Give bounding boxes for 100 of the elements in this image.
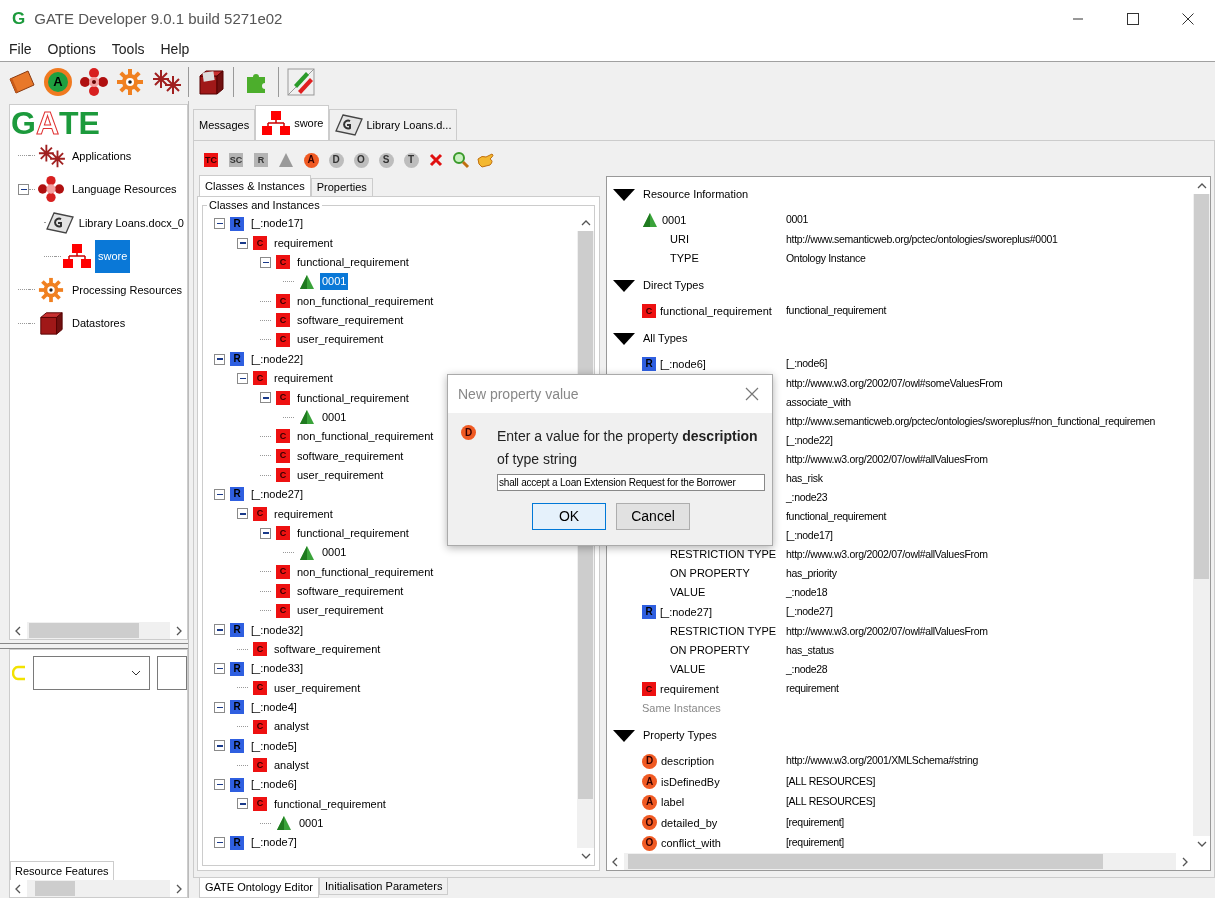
restriction-icon: R <box>642 357 656 371</box>
dialog-title: New property value <box>458 384 579 404</box>
attribute-value: has_risk <box>786 470 823 486</box>
attribute-value: has_priority <box>786 565 837 581</box>
property-icon: D <box>461 425 476 440</box>
entity-name: requirement <box>660 681 719 697</box>
attribute-value: http://www.w3.org/2002/07/owl#allValuesFrom <box>786 623 988 639</box>
class-icon: C <box>276 564 290 579</box>
logo-letter: G <box>11 107 36 139</box>
logo-letter: T <box>59 107 79 139</box>
class-icon: C <box>276 255 290 270</box>
attribute-value: http://www.w3.org/2001/XMLSchema#string <box>786 753 978 769</box>
class-icon: C <box>276 468 290 483</box>
class-icon: C <box>253 236 267 250</box>
class-icon: C <box>253 719 267 734</box>
attribute-value: http://www.w3.org/2002/07/owl#allValuesFrom <box>786 546 988 562</box>
logo-letter: A <box>35 107 59 139</box>
entity-name: isDefinedBy <box>661 774 720 790</box>
property-tool-icon: S <box>378 152 394 168</box>
logo-letter: E <box>78 107 100 139</box>
class-tool-icon: SC <box>229 153 243 167</box>
attribute-value: has_status <box>786 642 834 658</box>
class-icon: C <box>276 429 290 444</box>
attribute-name: ON PROPERTY <box>670 566 750 582</box>
group-title: Classes and Instances <box>207 198 322 212</box>
attribute-value: [_:node22] <box>786 432 833 448</box>
class-icon: C <box>276 294 290 309</box>
attribute-name: URI <box>670 232 689 248</box>
attribute-value: [_:node17] <box>786 527 833 543</box>
restriction-icon: R <box>230 216 244 231</box>
attribute-value: [requirement] <box>786 814 844 830</box>
restriction-icon: R <box>230 352 244 367</box>
entity-name: conflict_with <box>661 836 721 851</box>
property-icon: O <box>642 815 657 831</box>
property-tool-icon: D <box>328 152 344 168</box>
entity-name: [_:node6] <box>660 356 706 372</box>
restriction-icon: R <box>642 605 656 619</box>
section-title: Resource Information <box>643 187 749 203</box>
restriction-icon: R <box>230 835 244 850</box>
section-title: Direct Types <box>643 278 704 294</box>
property-icon: D <box>642 753 657 769</box>
class-icon: C <box>253 758 267 773</box>
property-icon: A <box>642 794 657 810</box>
property-icon: O <box>642 835 657 851</box>
class-tool-icon: TC <box>204 153 218 167</box>
class-icon: C <box>253 642 267 657</box>
app-logo: G <box>12 8 26 31</box>
restriction-icon: R <box>230 738 244 753</box>
dialog-message: Enter a value for the property description <box>497 427 759 446</box>
class-icon: C <box>276 584 290 599</box>
attribute-value: [_:node6] <box>786 356 828 372</box>
attribute-value: http://www.semanticweb.org/pctec/ontologies/sworeplus#0001 <box>786 231 1058 247</box>
attribute-name: VALUE <box>670 585 706 601</box>
entity-name: 0001 <box>662 212 687 228</box>
class-icon: C <box>253 371 267 386</box>
attribute-value: functional_requirement <box>786 303 887 319</box>
attribute-name: RESTRICTION TYPE <box>670 624 777 640</box>
attribute-value: requirement <box>786 681 839 697</box>
restriction-icon: R <box>230 700 244 715</box>
property-tool-icon: T <box>403 152 419 168</box>
attribute-value: [_:node27] <box>786 604 833 620</box>
entity-name: [_:node27] <box>660 604 712 620</box>
attribute-name: VALUE <box>670 662 706 678</box>
property-tool-icon: A <box>303 152 319 168</box>
attribute-name: TYPE <box>670 251 699 267</box>
class-icon: C <box>276 332 290 347</box>
attribute-name: RESTRICTION TYPE <box>670 547 777 563</box>
attribute-value: _:node18 <box>786 584 828 600</box>
class-tool-icon: R <box>254 153 268 167</box>
attribute-value: 0001 <box>786 212 809 228</box>
section-title: All Types <box>643 331 688 347</box>
attribute-value: [requirement] <box>786 835 844 851</box>
section-title: Property Types <box>643 728 717 744</box>
class-icon: C <box>276 390 290 405</box>
class-icon: C <box>642 682 656 696</box>
entity-name: detailed_by <box>661 815 718 831</box>
property-icon: A <box>642 774 657 790</box>
attribute-value: http://www.w3.org/2002/07/owl#allValuesFrom <box>786 451 988 467</box>
entity-name: description <box>661 754 715 769</box>
section-label: Same Instances <box>642 701 721 717</box>
attribute-value: associate_with <box>786 394 851 410</box>
class-icon: C <box>276 526 290 541</box>
class-icon: C <box>276 603 290 618</box>
attribute-value: [ALL RESOURCES] <box>786 794 876 810</box>
entity-name: label <box>661 795 685 810</box>
restriction-icon: R <box>230 661 244 676</box>
class-icon: C <box>276 313 290 328</box>
class-icon: C <box>276 448 290 463</box>
class-icon: C <box>642 304 656 318</box>
attribute-value: Ontology Instance <box>786 250 866 266</box>
property-tool-icon: O <box>353 152 369 168</box>
class-icon: C <box>253 797 267 811</box>
attribute-value: http://www.semanticweb.org/pctec/ontologies/sworeplus#non_functional_requiremen <box>786 413 1156 429</box>
attribute-value: _:node28 <box>786 661 828 677</box>
class-icon: C <box>253 680 267 695</box>
class-icon: C <box>253 506 267 521</box>
restriction-icon: R <box>230 622 244 637</box>
restriction-icon: R <box>230 777 244 792</box>
entity-name: functional_requirement <box>660 303 772 319</box>
attribute-value: _:node23 <box>786 489 828 505</box>
